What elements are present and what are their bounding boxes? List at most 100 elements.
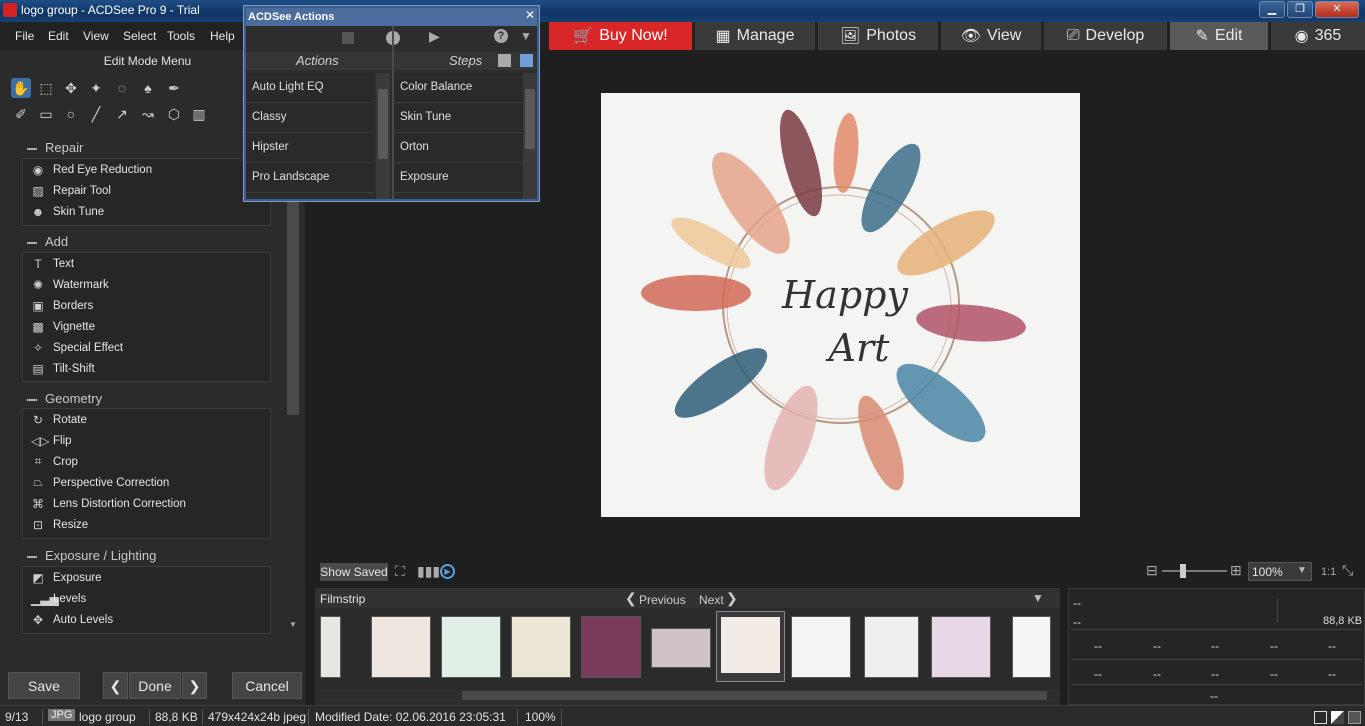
menu-tools[interactable]: Tools <box>167 29 195 43</box>
cancel-button[interactable]: Cancel <box>232 672 302 699</box>
filmstrip-thumb[interactable] <box>791 616 851 678</box>
filmstrip-thumb[interactable] <box>1012 616 1051 678</box>
lasso-icon[interactable]: ◌ <box>112 78 132 98</box>
step-item[interactable]: Skin Tune <box>394 103 522 133</box>
repair-tool-item[interactable]: ▨ Repair Tool <box>23 180 270 201</box>
section-add-head[interactable]: Add <box>27 234 68 249</box>
filmstrip-thumb[interactable] <box>581 616 641 678</box>
filmstrip-thumb[interactable] <box>864 616 919 678</box>
close-icon[interactable]: ✕ <box>525 8 535 22</box>
filmstrip-thumb[interactable] <box>511 616 571 678</box>
filmstrip-scroll-thumb[interactable] <box>462 691 1047 700</box>
tab-edit[interactable]: ✎ Edit <box>1170 22 1268 50</box>
tab-view[interactable]: 👁 View <box>941 22 1041 50</box>
next-image-icon[interactable]: ❯ <box>182 672 207 699</box>
gradient-icon[interactable]: ▥ <box>189 104 209 124</box>
previous-link[interactable]: Previous <box>639 593 686 607</box>
show-saved-button[interactable]: Show Saved <box>320 563 388 581</box>
next-link[interactable]: Next <box>699 593 724 607</box>
red-eye-item[interactable]: ◉ Red Eye Reduction <box>23 159 270 180</box>
action-item[interactable]: Hipster <box>246 133 374 163</box>
rotate-item[interactable]: ↻ Rotate <box>23 409 270 430</box>
help-icon[interactable]: ? <box>494 29 508 43</box>
magic-wand-icon[interactable]: ✦ <box>86 78 106 98</box>
panel-toggle-icon[interactable] <box>1348 711 1361 724</box>
polygon-icon[interactable]: ⬡ <box>164 104 184 124</box>
tab-develop[interactable]: ⎚ Develop <box>1044 22 1167 50</box>
ellipse-icon[interactable]: ○ <box>61 104 81 124</box>
filmstrip-menu-icon[interactable]: ▼ <box>1032 591 1044 605</box>
filmstrip-thumb[interactable] <box>651 628 711 668</box>
fit-icon[interactable]: ⤡ <box>1342 562 1353 579</box>
filmstrip-thumb[interactable] <box>320 616 341 678</box>
rectangle-icon[interactable]: ▭ <box>36 104 56 124</box>
menu-select[interactable]: Select <box>123 29 156 43</box>
histogram-icon[interactable]: ▮▮▮ <box>417 563 440 580</box>
step-item[interactable]: Exposure <box>394 163 522 193</box>
vignette-item[interactable]: ▩ Vignette <box>23 316 270 337</box>
scroll-down-icon[interactable]: ▼ <box>289 620 297 629</box>
pen-icon[interactable]: ✐ <box>11 104 31 124</box>
move-tool-icon[interactable]: ✥ <box>61 78 81 98</box>
zoom-in-icon[interactable]: ⊞ <box>1230 562 1242 579</box>
zoom-slider-knob[interactable] <box>1180 564 1187 578</box>
watermark-item[interactable]: ✺ Watermark <box>23 274 270 295</box>
tilt-shift-item[interactable]: ▤ Tilt-Shift <box>23 358 270 379</box>
actions-dialog[interactable]: ACDSee Actions ✕ ▶ ? ▼ Actions Steps Aut… <box>243 5 540 202</box>
arrow-icon[interactable]: ↗ <box>112 104 132 124</box>
zoom-out-icon[interactable]: ⊟ <box>1146 562 1158 579</box>
actions-scrollbar[interactable] <box>376 73 390 199</box>
eyedropper-icon[interactable]: ✒ <box>164 78 184 98</box>
save-button[interactable]: Save <box>8 672 80 699</box>
chevron-right-icon[interactable]: ❯ <box>726 590 738 607</box>
borders-item[interactable]: ▣ Borders <box>23 295 270 316</box>
view-mode-icon[interactable] <box>1314 711 1327 724</box>
menu-view[interactable]: View <box>83 29 109 43</box>
buy-now-button[interactable]: 🛒 Buy Now! <box>549 22 692 50</box>
image-preview[interactable]: Happy Art <box>601 93 1080 517</box>
section-geometry-head[interactable]: Geometry <box>27 391 102 406</box>
zoom-select[interactable]: 100% ▼ <box>1248 562 1312 581</box>
filmstrip-thumb-selected[interactable] <box>716 611 785 682</box>
action-item[interactable]: Classy <box>246 103 374 133</box>
previous-image-icon[interactable]: ❮ <box>103 672 128 699</box>
fullscreen-icon[interactable]: ⛶ <box>395 563 405 580</box>
menu-file[interactable]: File <box>15 29 34 43</box>
compare-icon[interactable] <box>1331 711 1344 724</box>
skin-tune-item[interactable]: ☻ Skin Tune <box>23 201 270 222</box>
menu-help[interactable]: Help <box>210 29 235 43</box>
play-slideshow-icon[interactable]: ▶ <box>440 564 455 579</box>
stop-icon[interactable] <box>342 32 354 44</box>
dropdown-icon[interactable]: ▼ <box>520 29 532 43</box>
hand-tool-icon[interactable]: ✋ <box>11 78 31 98</box>
special-effect-item[interactable]: ✧ Special Effect <box>23 337 270 358</box>
curve-icon[interactable]: ↝ <box>138 104 158 124</box>
filmstrip-scrollbar[interactable] <box>320 689 1060 702</box>
step-item[interactable]: Orton <box>394 133 522 163</box>
list-icon[interactable] <box>520 54 533 67</box>
text-item[interactable]: T Text <box>23 253 270 274</box>
play-icon[interactable]: ▶ <box>429 28 440 45</box>
resize-item[interactable]: ⊡ Resize <box>23 514 270 535</box>
crop-item[interactable]: ⌗ Crop <box>23 451 270 472</box>
tab-manage[interactable]: ▦ Manage <box>695 22 815 50</box>
brush-icon[interactable]: ♠ <box>138 78 158 98</box>
auto-levels-item[interactable]: ✥ Auto Levels <box>23 609 270 630</box>
steps-scroll-thumb[interactable] <box>525 89 535 149</box>
flip-item[interactable]: ◁▷ Flip <box>23 430 270 451</box>
step-item[interactable]: Color Balance <box>394 73 522 103</box>
steps-scrollbar[interactable] <box>523 73 537 199</box>
actions-scroll-thumb[interactable] <box>378 89 388 159</box>
filmstrip-thumb[interactable] <box>371 616 431 678</box>
actual-size-button[interactable]: 1:1 <box>1321 566 1336 578</box>
action-item[interactable]: Auto Light EQ <box>246 73 374 103</box>
select-tool-icon[interactable]: ⬚ <box>36 78 56 98</box>
perspective-item[interactable]: ⏢ Perspective Correction <box>23 472 270 493</box>
chevron-left-icon[interactable]: ❮ <box>625 590 637 607</box>
tab-photos[interactable]: 🖼 Photos <box>818 22 938 50</box>
line-icon[interactable]: ╱ <box>86 104 106 124</box>
filmstrip-thumb[interactable] <box>441 616 501 678</box>
maximize-icon[interactable]: ❐ <box>1287 1 1313 18</box>
levels-item[interactable]: ▁▃▅ Levels <box>23 588 270 609</box>
minimize-icon[interactable]: ▁ <box>1259 1 1285 18</box>
